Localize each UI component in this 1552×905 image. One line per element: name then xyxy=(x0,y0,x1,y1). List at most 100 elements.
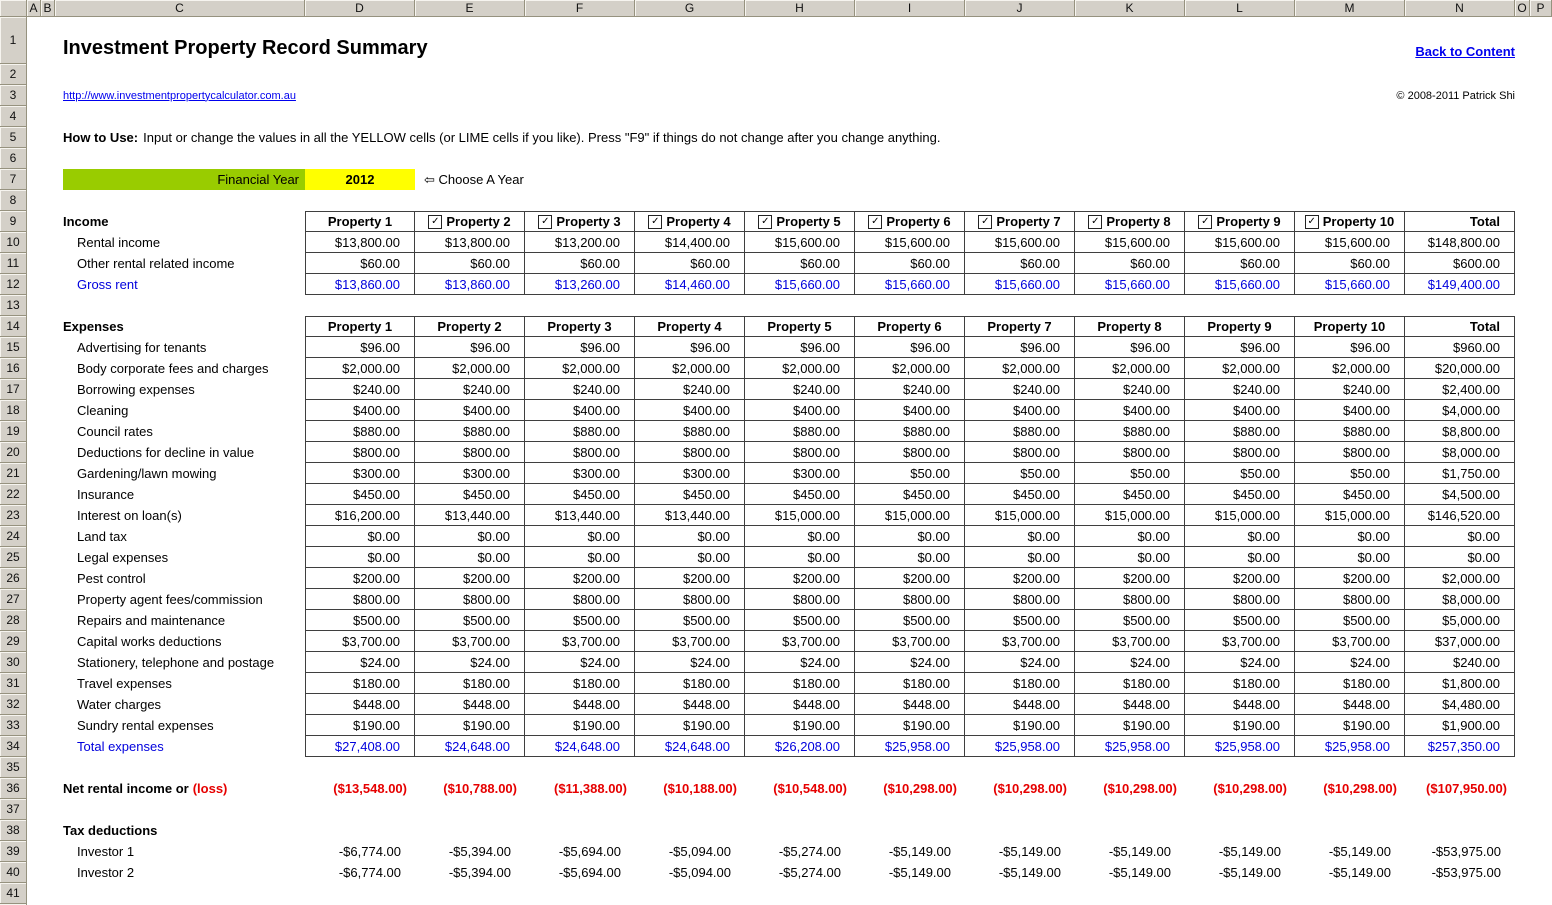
expense-row-value-7[interactable]: $15,000.00 xyxy=(965,505,1075,526)
row-header-36[interactable]: 36 xyxy=(0,778,27,799)
expense-row-value-2[interactable]: $190.00 xyxy=(415,715,525,736)
expense-row-value-10[interactable]: $880.00 xyxy=(1295,421,1405,442)
expense-row-value-7[interactable]: $2,000.00 xyxy=(965,358,1075,379)
expense-row-value-8[interactable]: $800.00 xyxy=(1075,589,1185,610)
property-5-checkbox[interactable]: ✓ xyxy=(758,215,772,229)
expense-row-value-3[interactable]: $800.00 xyxy=(525,442,635,463)
expense-row-value-6[interactable]: $800.00 xyxy=(855,442,965,463)
income-row-value-2[interactable]: $13,800.00 xyxy=(415,232,525,253)
expense-row-value-4[interactable]: $880.00 xyxy=(635,421,745,442)
property-header-6[interactable]: ✓Property 6 xyxy=(855,211,965,232)
income-row-value-2[interactable]: $60.00 xyxy=(415,253,525,274)
property-header-8[interactable]: Property 8 xyxy=(1075,316,1185,337)
expense-row-value-8[interactable]: $240.00 xyxy=(1075,379,1185,400)
row-header-22[interactable]: 22 xyxy=(0,484,27,505)
expense-row-value-4[interactable]: $200.00 xyxy=(635,568,745,589)
income-row-value-6[interactable]: $15,600.00 xyxy=(855,232,965,253)
expense-row-value-3[interactable]: $200.00 xyxy=(525,568,635,589)
expense-row-value-5[interactable]: $0.00 xyxy=(745,547,855,568)
expense-row-value-7[interactable]: $400.00 xyxy=(965,400,1075,421)
row-header-30[interactable]: 30 xyxy=(0,652,27,673)
expense-row-value-1[interactable]: $96.00 xyxy=(305,337,415,358)
back-to-content-link[interactable]: Back to Content xyxy=(1405,17,1515,64)
row-header-4[interactable]: 4 xyxy=(0,106,27,127)
row-header-34[interactable]: 34 xyxy=(0,736,27,757)
expense-row-value-3[interactable]: $180.00 xyxy=(525,673,635,694)
expense-row-value-6[interactable]: $0.00 xyxy=(855,526,965,547)
column-header-p[interactable]: P xyxy=(1530,0,1552,17)
expense-row-value-3[interactable]: $0.00 xyxy=(525,526,635,547)
row-header-2[interactable]: 2 xyxy=(0,64,27,85)
row-header-14[interactable]: 14 xyxy=(0,316,27,337)
expense-row-value-9[interactable]: $448.00 xyxy=(1185,694,1295,715)
row-header-12[interactable]: 12 xyxy=(0,274,27,295)
expense-row-value-3[interactable]: $13,440.00 xyxy=(525,505,635,526)
income-row-value-5[interactable]: $60.00 xyxy=(745,253,855,274)
expense-row-value-4[interactable]: $450.00 xyxy=(635,484,745,505)
row-header-19[interactable]: 19 xyxy=(0,421,27,442)
property-3-checkbox[interactable]: ✓ xyxy=(538,215,552,229)
expense-row-value-4[interactable]: $180.00 xyxy=(635,673,745,694)
expense-row-value-3[interactable]: $24.00 xyxy=(525,652,635,673)
expense-row-value-7[interactable]: $190.00 xyxy=(965,715,1075,736)
expense-row-value-8[interactable]: $50.00 xyxy=(1075,463,1185,484)
expense-row-value-6[interactable]: $96.00 xyxy=(855,337,965,358)
expense-row-value-6[interactable]: $3,700.00 xyxy=(855,631,965,652)
expense-row-value-4[interactable]: $13,440.00 xyxy=(635,505,745,526)
expense-row-value-8[interactable]: $0.00 xyxy=(1075,547,1185,568)
expense-row-value-2[interactable]: $0.00 xyxy=(415,526,525,547)
expense-row-value-6[interactable]: $24.00 xyxy=(855,652,965,673)
expense-row-value-3[interactable]: $3,700.00 xyxy=(525,631,635,652)
expense-row-value-5[interactable]: $800.00 xyxy=(745,442,855,463)
column-header-b[interactable]: B xyxy=(41,0,55,17)
expense-row-value-2[interactable]: $240.00 xyxy=(415,379,525,400)
column-header-a[interactable]: A xyxy=(27,0,41,17)
row-header-25[interactable]: 25 xyxy=(0,547,27,568)
row-header-6[interactable]: 6 xyxy=(0,148,27,169)
property-header-3[interactable]: Property 3 xyxy=(525,316,635,337)
row-header-32[interactable]: 32 xyxy=(0,694,27,715)
expense-row-value-1[interactable]: $3,700.00 xyxy=(305,631,415,652)
expense-row-value-6[interactable]: $50.00 xyxy=(855,463,965,484)
row-header-3[interactable]: 3 xyxy=(0,85,27,106)
row-header-9[interactable]: 9 xyxy=(0,211,27,232)
expense-row-value-4[interactable]: $24.00 xyxy=(635,652,745,673)
expense-row-value-5[interactable]: $0.00 xyxy=(745,526,855,547)
expense-row-value-8[interactable]: $800.00 xyxy=(1075,442,1185,463)
row-header-17[interactable]: 17 xyxy=(0,379,27,400)
column-header-k[interactable]: K xyxy=(1075,0,1185,17)
expense-row-value-9[interactable]: $24.00 xyxy=(1185,652,1295,673)
expense-row-value-7[interactable]: $24.00 xyxy=(965,652,1075,673)
expense-row-value-4[interactable]: $400.00 xyxy=(635,400,745,421)
expense-row-value-8[interactable]: $450.00 xyxy=(1075,484,1185,505)
expense-row-value-3[interactable]: $500.00 xyxy=(525,610,635,631)
expense-row-value-8[interactable]: $0.00 xyxy=(1075,526,1185,547)
expense-row-value-4[interactable]: $0.00 xyxy=(635,526,745,547)
expense-row-value-1[interactable]: $200.00 xyxy=(305,568,415,589)
expense-row-value-5[interactable]: $200.00 xyxy=(745,568,855,589)
row-header-21[interactable]: 21 xyxy=(0,463,27,484)
expense-row-value-1[interactable]: $500.00 xyxy=(305,610,415,631)
expense-row-value-9[interactable]: $500.00 xyxy=(1185,610,1295,631)
expense-row-value-6[interactable]: $0.00 xyxy=(855,547,965,568)
expense-row-value-1[interactable]: $190.00 xyxy=(305,715,415,736)
column-header-e[interactable]: E xyxy=(415,0,525,17)
income-row-value-3[interactable]: $13,200.00 xyxy=(525,232,635,253)
expense-row-value-6[interactable]: $400.00 xyxy=(855,400,965,421)
property-header-4[interactable]: Property 4 xyxy=(635,316,745,337)
expense-row-value-10[interactable]: $50.00 xyxy=(1295,463,1405,484)
expense-row-value-3[interactable]: $190.00 xyxy=(525,715,635,736)
expense-row-value-9[interactable]: $800.00 xyxy=(1185,442,1295,463)
expense-row-value-8[interactable]: $448.00 xyxy=(1075,694,1185,715)
property-header-5[interactable]: Property 5 xyxy=(745,316,855,337)
income-row-value-7[interactable]: $15,600.00 xyxy=(965,232,1075,253)
row-header-20[interactable]: 20 xyxy=(0,442,27,463)
row-header-29[interactable]: 29 xyxy=(0,631,27,652)
expense-row-value-7[interactable]: $450.00 xyxy=(965,484,1075,505)
property-header-7[interactable]: ✓Property 7 xyxy=(965,211,1075,232)
expense-row-value-9[interactable]: $3,700.00 xyxy=(1185,631,1295,652)
expense-row-value-9[interactable]: $0.00 xyxy=(1185,526,1295,547)
expense-row-value-9[interactable]: $400.00 xyxy=(1185,400,1295,421)
expense-row-value-4[interactable]: $300.00 xyxy=(635,463,745,484)
column-header-j[interactable]: J xyxy=(965,0,1075,17)
